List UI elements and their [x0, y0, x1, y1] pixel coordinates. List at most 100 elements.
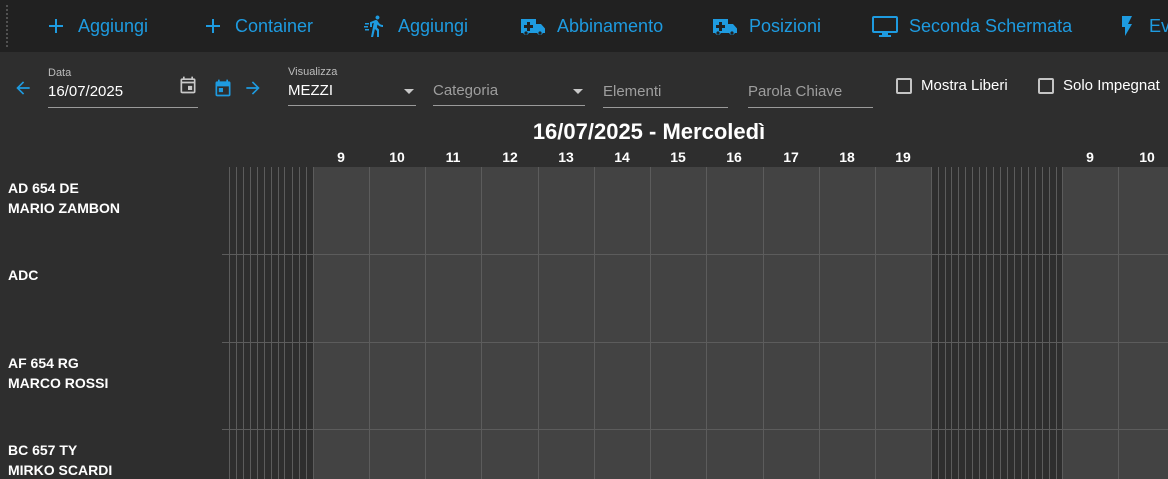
- lightning-icon: [1122, 16, 1132, 36]
- hour-label: 11: [445, 149, 461, 165]
- only-busy-checkbox[interactable]: Solo Impegnat: [1038, 77, 1160, 94]
- grid-column-line: [819, 167, 820, 479]
- calendar-icon[interactable]: [178, 75, 198, 95]
- hour-label: 17: [783, 149, 799, 165]
- arrow-right-icon: [246, 81, 260, 95]
- show-free-checkbox[interactable]: Mostra Liberi: [896, 77, 1008, 94]
- category-placeholder: Categoria: [433, 82, 499, 99]
- toolbar-abbinamento-button[interactable]: Abbinamento: [519, 0, 663, 52]
- hour-label: 12: [502, 149, 518, 165]
- grid-column-line: [1007, 167, 1008, 479]
- toolbar-add-button[interactable]: Aggiungi: [44, 0, 148, 52]
- monitor-icon: [872, 16, 898, 37]
- grid-column-line: [278, 167, 279, 479]
- previous-day-button[interactable]: [12, 77, 34, 99]
- resource-row-label[interactable]: BC 657 TY MIRKO SCARDI: [8, 440, 112, 479]
- calendar-today-icon: [215, 79, 231, 97]
- grid-column-line: [236, 167, 237, 479]
- show-free-label: Mostra Liberi: [921, 77, 1008, 94]
- resource-driver: MARIO ZAMBON: [8, 200, 120, 216]
- grid-column-line: [958, 167, 959, 479]
- view-select[interactable]: Visualizza MEZZI: [288, 66, 416, 106]
- toolbar-events-button[interactable]: Ev: [1115, 0, 1168, 52]
- toolbar-abbinamento-label: Abbinamento: [557, 15, 664, 36]
- grid-column-line: [979, 167, 980, 479]
- grid-column-line: [1062, 167, 1063, 479]
- day-hours-band: [1062, 167, 1168, 479]
- grid-row-line: [222, 342, 1168, 343]
- grid-row-line: [222, 254, 1168, 255]
- checkbox-box[interactable]: [896, 77, 912, 94]
- grid-column-line: [1035, 167, 1036, 479]
- hour-label: 9: [337, 149, 345, 165]
- arrow-left-icon: [16, 81, 30, 95]
- day-hours-band: [313, 167, 931, 479]
- grid-column-line: [650, 167, 651, 479]
- resource-row-label[interactable]: AF 654 RG MARCO ROSSI: [8, 353, 108, 393]
- grid-column-line: [763, 167, 764, 479]
- date-label: Data: [48, 67, 72, 79]
- hour-label: 10: [1139, 149, 1155, 165]
- toolbar-second-screen-label: Seconda Schermata: [909, 15, 1073, 36]
- hour-label: 9: [1086, 149, 1094, 165]
- running-person-icon: [364, 15, 383, 37]
- grid-column-line: [1021, 167, 1022, 479]
- hour-label: 10: [389, 149, 405, 165]
- toolbar-add-person-label: Aggiungi: [398, 15, 469, 36]
- category-select[interactable]: Categoria: [433, 66, 585, 106]
- resource-row-label[interactable]: ADC: [8, 265, 38, 285]
- main-toolbar: Aggiungi Container Aggiungi Abbinamento …: [0, 0, 1168, 52]
- schedule-grid[interactable]: [222, 167, 1168, 479]
- grid-column-line: [1014, 167, 1015, 479]
- view-value: MEZZI: [288, 82, 333, 99]
- resource-driver: MARCO ROSSI: [8, 375, 109, 391]
- grid-column-line: [1118, 167, 1119, 479]
- grid-column-line: [271, 167, 272, 479]
- hour-label: 19: [895, 149, 911, 165]
- toolbar-container-label: Container: [235, 15, 314, 36]
- hour-label: 13: [558, 149, 574, 165]
- ambulance-icon: [713, 19, 737, 35]
- grid-column-line: [284, 167, 285, 479]
- grid-column-line: [972, 167, 973, 479]
- elements-input[interactable]: Elementi: [603, 83, 661, 100]
- today-button[interactable]: [212, 77, 234, 99]
- toolbar-grip[interactable]: [6, 4, 8, 48]
- resource-code: ADC: [8, 267, 39, 283]
- toolbar-positions-button[interactable]: Posizioni: [711, 0, 821, 52]
- grid-column-line: [299, 167, 300, 479]
- grid-column-line: [594, 167, 595, 479]
- toolbar-second-screen-button[interactable]: Seconda Schermata: [871, 0, 1072, 52]
- keyword-input[interactable]: Parola Chiave: [748, 83, 842, 100]
- grid-column-line: [243, 167, 244, 479]
- resource-row-label[interactable]: AD 654 DE MARIO ZAMBON: [8, 178, 120, 218]
- grid-column-line: [257, 167, 258, 479]
- grid-column-line: [1049, 167, 1050, 479]
- toolbar-events-label: Ev: [1149, 15, 1168, 36]
- date-field[interactable]: Data 16/07/2025: [48, 67, 198, 108]
- grid-column-line: [538, 167, 539, 479]
- grid-column-line: [1028, 167, 1029, 479]
- grid-column-line: [369, 167, 370, 479]
- toolbar-positions-label: Posizioni: [749, 15, 822, 36]
- elements-field[interactable]: Elementi: [603, 66, 728, 108]
- toolbar-add-person-button[interactable]: Aggiungi: [364, 0, 468, 52]
- only-busy-label: Solo Impegnat: [1063, 77, 1160, 94]
- next-day-button[interactable]: [242, 77, 264, 99]
- chevron-down-icon: [573, 89, 583, 94]
- toolbar-container-button[interactable]: Container: [201, 0, 313, 52]
- checkbox-box[interactable]: [1038, 77, 1054, 94]
- grid-column-line: [313, 167, 314, 479]
- keyword-field[interactable]: Parola Chiave: [748, 66, 873, 108]
- grid-column-line: [1042, 167, 1043, 479]
- grid-column-line: [965, 167, 966, 479]
- hour-label: 14: [614, 149, 630, 165]
- grid-column-line: [938, 167, 939, 479]
- grid-column-line: [481, 167, 482, 479]
- resource-driver: MIRKO SCARDI: [8, 462, 113, 478]
- grid-row-line: [222, 429, 1168, 430]
- date-input[interactable]: 16/07/2025: [48, 83, 123, 100]
- grid-column-line: [292, 167, 293, 479]
- grid-column-line: [986, 167, 987, 479]
- grid-column-line: [931, 167, 932, 479]
